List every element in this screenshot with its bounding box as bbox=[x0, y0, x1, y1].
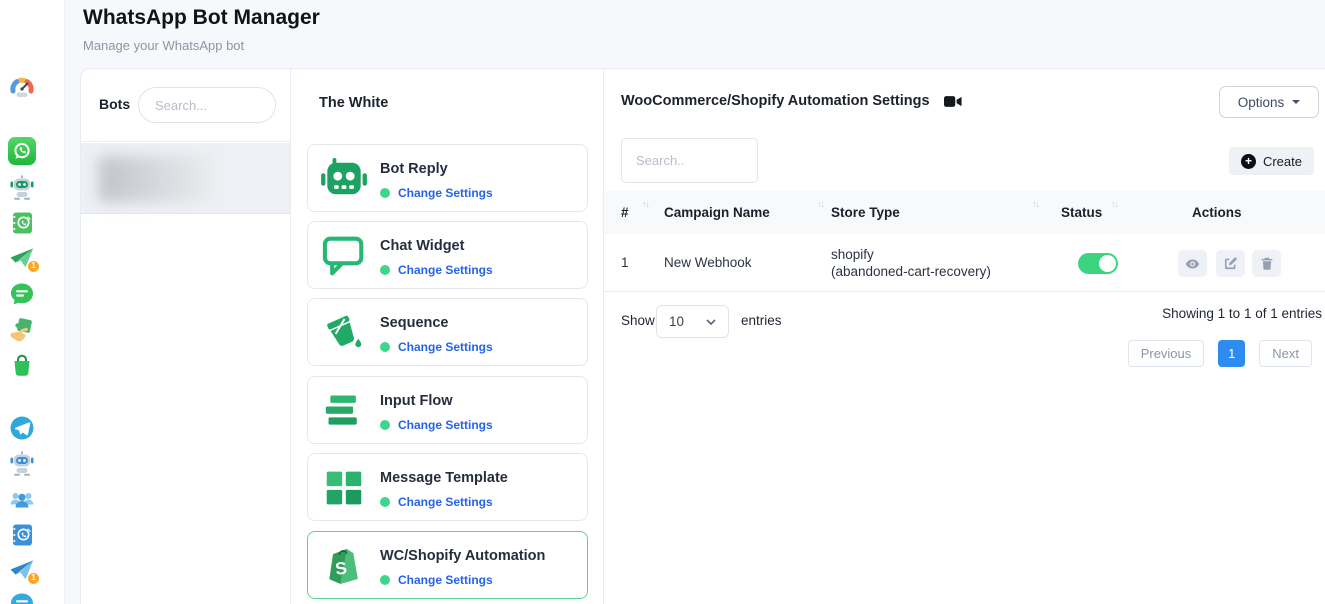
chevron-down-icon bbox=[1292, 100, 1300, 104]
change-settings-link[interactable]: Change Settings bbox=[398, 573, 493, 587]
sort-icon[interactable]: ↑↓ bbox=[1111, 199, 1118, 209]
view-button[interactable] bbox=[1178, 250, 1207, 277]
notification-badge: 1 bbox=[27, 572, 40, 585]
automation-settings-panel: WooCommerce/Shopify Automation Settings … bbox=[604, 69, 1325, 604]
bot-name-redacted bbox=[99, 156, 212, 202]
table-row: 1 New Webhook shopify (abandoned-cart-re… bbox=[604, 234, 1325, 292]
bots-panel-header: Bots bbox=[81, 69, 290, 142]
chat-bubble-icon bbox=[320, 234, 368, 278]
whatsapp-icon[interactable] bbox=[8, 137, 36, 165]
bot-list-item-selected[interactable] bbox=[81, 143, 290, 214]
page-1-button[interactable]: 1 bbox=[1218, 340, 1245, 367]
options-button[interactable]: Options bbox=[1219, 86, 1319, 118]
feature-card-chat-widget[interactable]: Chat Widget Change Settings bbox=[307, 221, 588, 289]
status-toggle[interactable] bbox=[1078, 253, 1118, 274]
robot-icon bbox=[320, 157, 368, 201]
chevron-down-icon bbox=[706, 319, 716, 325]
app-sidebar: 1 bbox=[0, 0, 65, 604]
dashboard-gauge-icon[interactable] bbox=[8, 75, 36, 103]
eye-icon bbox=[1185, 259, 1200, 269]
feature-title: Sequence bbox=[380, 315, 449, 331]
plus-icon: + bbox=[1241, 154, 1256, 169]
whatsapp-broadcast-icon[interactable]: 1 bbox=[8, 244, 36, 272]
trash-icon bbox=[1261, 257, 1273, 270]
feature-title: Chat Widget bbox=[380, 238, 464, 254]
status-dot bbox=[380, 265, 390, 275]
bots-search-input[interactable] bbox=[138, 87, 276, 123]
show-label: Show bbox=[621, 313, 655, 328]
row-store-type-line1: shopify bbox=[831, 247, 874, 262]
showing-entries-text: Showing 1 to 1 of 1 entries bbox=[1162, 306, 1322, 321]
sort-icon[interactable]: ↑↓ bbox=[817, 199, 824, 209]
page-title: WhatsApp Bot Manager bbox=[83, 6, 320, 30]
row-store-type-line2: (abandoned-cart-recovery) bbox=[831, 264, 991, 279]
whatsapp-chat-icon[interactable] bbox=[8, 280, 36, 308]
shopify-bag-icon: S bbox=[320, 544, 368, 588]
column-header-actions: Actions bbox=[1192, 205, 1242, 220]
feature-card-sequence[interactable]: Sequence Change Settings bbox=[307, 298, 588, 366]
page-subtitle: Manage your WhatsApp bot bbox=[83, 38, 244, 53]
paint-bucket-icon bbox=[320, 311, 368, 355]
status-dot bbox=[380, 575, 390, 585]
status-dot bbox=[380, 342, 390, 352]
change-settings-link[interactable]: Change Settings bbox=[398, 418, 493, 432]
feature-card-wc-shopify-automation[interactable]: S WC/Shopify Automation Change Settings bbox=[307, 531, 588, 599]
whatsapp-integration-icon[interactable] bbox=[8, 316, 36, 344]
feature-title: WC/Shopify Automation bbox=[380, 548, 545, 564]
feature-title: Message Template bbox=[380, 470, 508, 486]
row-campaign-name: New Webhook bbox=[664, 255, 752, 270]
pagination: Previous 1 Next bbox=[1128, 340, 1312, 367]
table-header: # ↑↓ Campaign Name ↑↓ Store Type ↑↓ Stat… bbox=[604, 191, 1325, 234]
change-settings-link[interactable]: Change Settings bbox=[398, 340, 493, 354]
whatsapp-store-icon[interactable] bbox=[8, 352, 36, 380]
bots-panel-title: Bots bbox=[99, 96, 130, 112]
telegram-group-icon[interactable] bbox=[8, 485, 36, 513]
partial-bubble-icon[interactable] bbox=[8, 590, 36, 604]
column-header-campaign-name[interactable]: Campaign Name bbox=[664, 205, 770, 220]
change-settings-link[interactable]: Change Settings bbox=[398, 495, 493, 509]
telegram-broadcast-icon[interactable]: 1 bbox=[8, 556, 36, 584]
whatsapp-bot-icon[interactable] bbox=[8, 173, 36, 201]
status-dot bbox=[380, 420, 390, 430]
sort-icon[interactable]: ↑↓ bbox=[1032, 199, 1039, 209]
change-settings-link[interactable]: Change Settings bbox=[398, 263, 493, 277]
row-num: 1 bbox=[621, 255, 629, 270]
telegram-bot-icon[interactable] bbox=[8, 449, 36, 477]
edit-icon bbox=[1224, 257, 1237, 270]
feature-title: Input Flow bbox=[380, 393, 452, 409]
previous-page-button[interactable]: Previous bbox=[1128, 340, 1205, 367]
status-dot bbox=[380, 497, 390, 507]
delete-button[interactable] bbox=[1252, 250, 1281, 277]
column-header-status[interactable]: Status bbox=[1061, 205, 1102, 220]
telegram-contacts-icon[interactable] bbox=[8, 521, 36, 549]
status-dot bbox=[380, 188, 390, 198]
whatsapp-contacts-icon[interactable] bbox=[8, 209, 36, 237]
feature-title: Bot Reply bbox=[380, 161, 448, 177]
bot-manager-card: Bots The White Bot Reply bbox=[80, 68, 1325, 604]
change-settings-link[interactable]: Change Settings bbox=[398, 186, 493, 200]
grid-icon bbox=[320, 466, 368, 510]
feature-card-message-template[interactable]: Message Template Change Settings bbox=[307, 453, 588, 521]
feature-card-bot-reply[interactable]: Bot Reply Change Settings bbox=[307, 144, 588, 212]
bot-features-panel: The White Bot Reply Change Settings bbox=[291, 69, 604, 604]
bot-name-title: The White bbox=[319, 95, 388, 111]
edit-button[interactable] bbox=[1216, 250, 1245, 277]
notification-badge: 1 bbox=[27, 260, 40, 273]
sort-icon[interactable]: ↑↓ bbox=[642, 199, 649, 209]
feature-card-input-flow[interactable]: Input Flow Change Settings bbox=[307, 376, 588, 444]
telegram-icon[interactable] bbox=[8, 414, 36, 442]
next-page-button[interactable]: Next bbox=[1259, 340, 1312, 367]
panel-title: WooCommerce/Shopify Automation Settings bbox=[621, 93, 930, 109]
column-header-store-type[interactable]: Store Type bbox=[831, 205, 900, 220]
list-bars-icon bbox=[320, 389, 368, 433]
column-header-num[interactable]: # bbox=[621, 205, 629, 220]
campaign-search-input[interactable] bbox=[621, 138, 758, 183]
entries-label: entries bbox=[741, 313, 782, 328]
page-size-select[interactable]: 10 bbox=[656, 305, 729, 338]
video-tutorial-icon[interactable] bbox=[944, 95, 962, 108]
bots-panel: Bots bbox=[81, 69, 291, 604]
create-button[interactable]: + Create bbox=[1229, 147, 1314, 175]
